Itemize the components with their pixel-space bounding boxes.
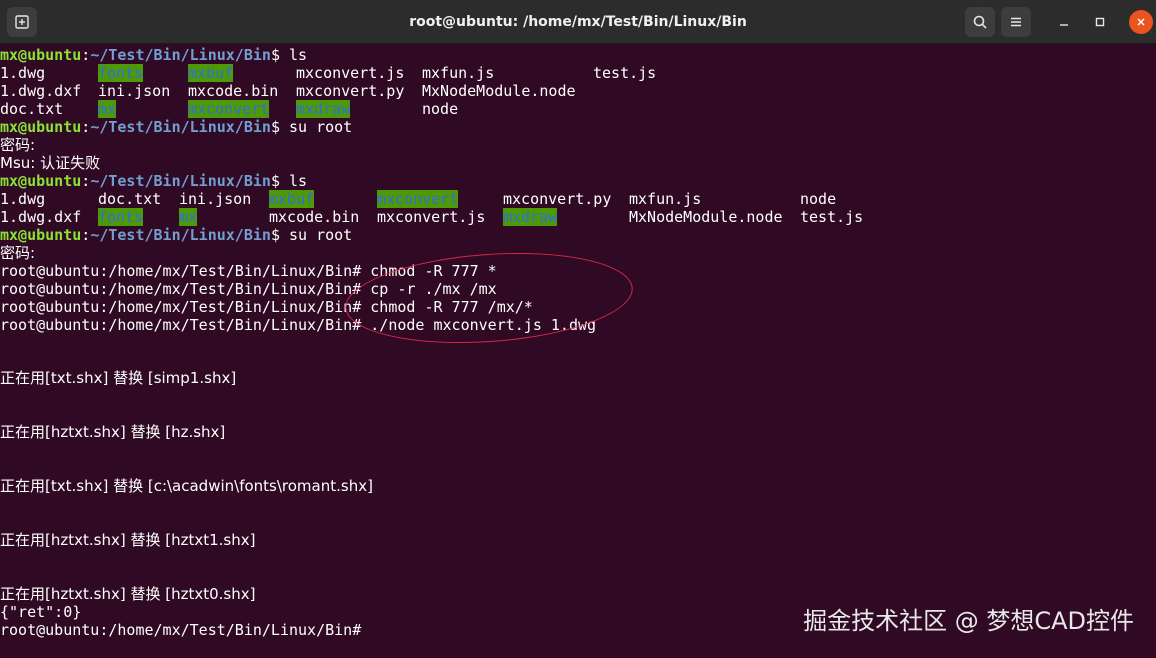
ls-entry: mxconvert.py — [296, 82, 405, 100]
prompt-line: mx@ubuntu:~/Test/Bin/Linux/Bin$ ls — [0, 172, 308, 190]
ls-entry: mxconvert.py — [503, 190, 612, 208]
prompt-user-host: mx@ubuntu — [0, 226, 82, 244]
ls-row: 1.dwg doc.txt ini.json mxbuf mxconvert m… — [0, 190, 836, 208]
output-line: 正在用[txt.shx] 替换 [c:\acadwin\fonts\romant… — [0, 477, 373, 495]
minimize-icon — [1060, 24, 1068, 26]
ls-row: 1.dwg.dxf ini.json mxcode.bin mxconvert.… — [0, 82, 576, 100]
close-button[interactable] — [1129, 10, 1153, 34]
command-text: ls — [289, 172, 308, 190]
ls-entry: mx — [179, 208, 198, 226]
ls-entry: 1.dwg — [0, 190, 46, 208]
command-text: ls — [289, 46, 308, 64]
output-line: 正在用[hztxt.shx] 替换 [hztxt1.shx] — [0, 531, 256, 549]
output-line: 正在用[txt.shx] 替换 [simp1.shx] — [0, 369, 237, 387]
menu-button[interactable] — [1001, 7, 1031, 37]
ls-entry: ini.json — [179, 190, 252, 208]
ls-row: 1.dwg.dxf fonts mx mxcode.bin mxconvert.… — [0, 208, 863, 226]
prompt-user-host: mx@ubuntu — [0, 118, 82, 136]
prompt-user-host: mx@ubuntu — [0, 172, 82, 190]
password-prompt: 密码: — [0, 136, 36, 154]
search-button[interactable] — [965, 7, 995, 37]
ls-entry: doc.txt — [98, 190, 162, 208]
terminal-area[interactable]: mx@ubuntu:~/Test/Bin/Linux/Bin$ ls 1.dwg… — [0, 44, 1156, 658]
ls-entry: mxconvert.js — [377, 208, 486, 226]
maximize-button[interactable] — [1088, 10, 1112, 34]
hamburger-menu-icon — [1011, 17, 1021, 27]
ls-entry: mxfun.js — [422, 64, 495, 82]
prompt-path: ~/Test/Bin/Linux/Bin — [90, 226, 271, 244]
password-prompt: 密码: — [0, 244, 36, 262]
ls-entry: mx — [98, 100, 117, 118]
ls-entry: 1.dwg.dxf — [0, 82, 82, 100]
result-output: {"ret":0} — [0, 603, 82, 621]
command-text: su root — [289, 226, 353, 244]
root-prompt-line: root@ubuntu:/home/mx/Test/Bin/Linux/Bin# — [0, 621, 361, 639]
su-error-message: Msu: 认证失败 — [0, 154, 101, 172]
ls-entry: mxfun.js — [629, 190, 702, 208]
ls-entry: MxNodeModule.node — [629, 208, 783, 226]
close-icon — [1137, 18, 1145, 26]
ls-entry: ini.json — [98, 82, 171, 100]
ls-entry: 1.dwg.dxf — [0, 208, 82, 226]
ls-entry: mxcode.bin — [188, 82, 279, 100]
prompt-line: mx@ubuntu:~/Test/Bin/Linux/Bin$ su root — [0, 118, 353, 136]
prompt-path: ~/Test/Bin/Linux/Bin — [90, 172, 271, 190]
ls-entry: MxNodeModule.node — [422, 82, 576, 100]
ls-entry: mxbuf — [269, 190, 315, 208]
title-bar: root@ubuntu: /home/mx/Test/Bin/Linux/Bin — [0, 0, 1156, 44]
ls-entry: test.js — [593, 64, 657, 82]
watermark: 掘金技术社区 @ 梦想CAD控件 — [803, 607, 1134, 635]
output-line: 正在用[hztxt.shx] 替换 [hz.shx] — [0, 423, 226, 441]
ls-entry: test.js — [800, 208, 864, 226]
minimize-button[interactable] — [1052, 10, 1076, 34]
ls-entry: doc.txt — [0, 100, 64, 118]
output-line: 正在用[hztxt.shx] 替换 [hztxt0.shx] — [0, 585, 256, 603]
ls-entry: fonts — [98, 208, 144, 226]
ls-entry: mxdraw — [296, 100, 351, 118]
root-prompt: root@ubuntu:/home/mx/Test/Bin/Linux/Bin# — [0, 280, 362, 298]
ls-entry: mxconvert.js — [296, 64, 405, 82]
ls-row: 1.dwg fonts mxbuf mxconvert.js mxfun.js … — [0, 64, 656, 82]
search-icon — [973, 15, 987, 29]
root-prompt: root@ubuntu:/home/mx/Test/Bin/Linux/Bin# — [0, 621, 362, 639]
prompt-path: ~/Test/Bin/Linux/Bin — [90, 118, 271, 136]
ls-entry: mxcode.bin — [269, 208, 360, 226]
ls-entry: node — [800, 190, 837, 208]
maximize-icon — [1095, 17, 1105, 27]
command-text: su root — [289, 118, 353, 136]
ls-row: doc.txt mx mxconvert mxdraw node — [0, 100, 458, 118]
root-prompt: root@ubuntu:/home/mx/Test/Bin/Linux/Bin# — [0, 316, 362, 334]
prompt-line: mx@ubuntu:~/Test/Bin/Linux/Bin$ su root — [0, 226, 353, 244]
root-prompt: root@ubuntu:/home/mx/Test/Bin/Linux/Bin# — [0, 262, 362, 280]
ls-entry: fonts — [98, 64, 144, 82]
ls-entry: 1.dwg — [0, 64, 46, 82]
annotation-ellipse — [342, 244, 636, 352]
ls-entry: node — [422, 100, 459, 118]
ls-entry: mxbuf — [188, 64, 234, 82]
ls-entry: mxdraw — [503, 208, 558, 226]
prompt-user-host: mx@ubuntu — [0, 46, 82, 64]
ls-entry: mxconvert — [377, 190, 459, 208]
prompt-line: mx@ubuntu:~/Test/Bin/Linux/Bin$ ls — [0, 46, 308, 64]
root-prompt: root@ubuntu:/home/mx/Test/Bin/Linux/Bin# — [0, 298, 362, 316]
prompt-path: ~/Test/Bin/Linux/Bin — [90, 46, 271, 64]
ls-entry: mxconvert — [188, 100, 270, 118]
